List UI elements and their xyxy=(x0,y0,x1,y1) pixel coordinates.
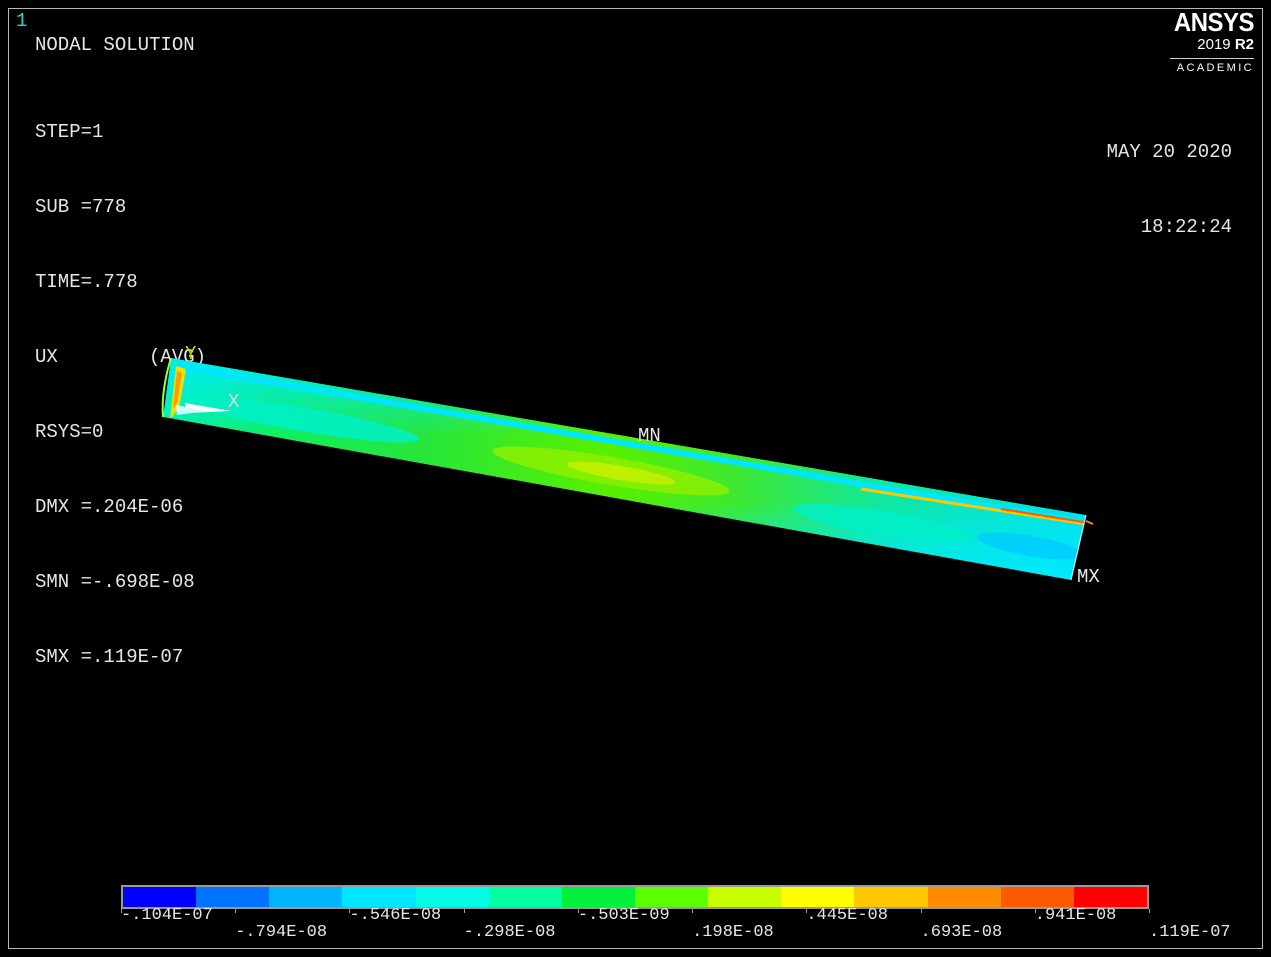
legend-tick xyxy=(349,909,351,913)
legend-tick xyxy=(235,909,237,913)
legend-label-1: -.104E-07 xyxy=(121,906,213,925)
legend-segment-11 xyxy=(854,887,928,907)
max-marker-label: MX xyxy=(1077,566,1100,588)
legend-tick xyxy=(463,909,465,913)
legend-segment-5 xyxy=(415,887,489,907)
legend-segment-14 xyxy=(1073,887,1147,907)
legend-segment-12 xyxy=(927,887,1001,907)
legend-tick xyxy=(1149,909,1150,913)
legend-segment-8 xyxy=(634,887,709,907)
legend-segment-1 xyxy=(123,887,197,907)
legend-label-7: .445E-08 xyxy=(806,906,888,925)
pipe-body xyxy=(163,358,1086,580)
legend-tick xyxy=(920,909,922,913)
legend-label-8: .693E-08 xyxy=(920,923,1003,942)
min-marker-label: MN xyxy=(638,425,661,447)
legend-segment-6 xyxy=(488,887,562,907)
graphics-viewport[interactable]: 1 NODAL SOLUTION STEP=1 SUB =778 TIME=.7… xyxy=(8,8,1263,949)
legend-label-2: -.794E-08 xyxy=(235,923,328,942)
legend-label-4: -.298E-08 xyxy=(463,923,556,942)
triad-x-label: X xyxy=(228,391,240,413)
legend-segment-4 xyxy=(342,887,416,907)
legend-segment-2 xyxy=(196,887,270,907)
triad-y-label: Y xyxy=(185,343,197,365)
legend-segment-3 xyxy=(269,887,343,907)
legend-segment-10 xyxy=(781,887,855,907)
contour-model: Y X MN MX xyxy=(161,343,1100,588)
legend-tick xyxy=(121,909,122,913)
legend-label-3: -.546E-08 xyxy=(349,906,442,925)
legend-tick xyxy=(577,909,579,913)
legend-segment-9 xyxy=(708,887,782,907)
legend-segment-13 xyxy=(1000,887,1074,907)
legend-label-9: .941E-08 xyxy=(1034,906,1117,925)
legend-label-10: .119E-07 xyxy=(1149,923,1231,942)
legend-label-6: .198E-08 xyxy=(692,923,774,942)
legend-tick xyxy=(692,909,694,913)
legend-tick xyxy=(806,909,808,913)
legend-tick xyxy=(1034,909,1036,913)
legend-label-5: -.503E-09 xyxy=(577,906,670,925)
legend-segment-7 xyxy=(561,887,635,907)
